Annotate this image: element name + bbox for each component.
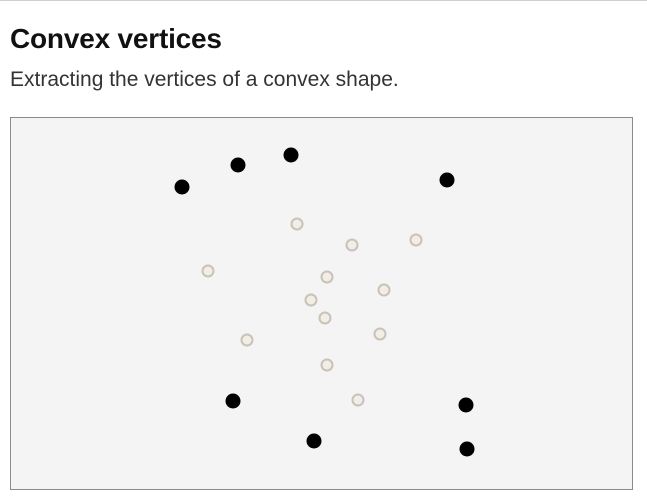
hull-vertex-point[interactable] [174, 179, 190, 195]
page-subtitle: Extracting the vertices of a convex shap… [10, 68, 399, 91]
hull-vertex-point[interactable] [306, 433, 322, 449]
interior-point[interactable] [320, 358, 334, 372]
interior-point[interactable] [351, 393, 365, 407]
interior-points-layer [201, 217, 423, 407]
top-divider [0, 0, 647, 1]
interior-point[interactable] [373, 327, 387, 341]
point-plot[interactable] [11, 118, 632, 489]
hull-vertex-point[interactable] [225, 393, 241, 409]
interior-point[interactable] [345, 238, 359, 252]
point-canvas[interactable] [10, 117, 633, 490]
hull-vertex-point[interactable] [458, 397, 474, 413]
interior-point[interactable] [318, 311, 332, 325]
interior-point[interactable] [377, 283, 391, 297]
interior-point[interactable] [409, 233, 423, 247]
interior-point[interactable] [290, 217, 304, 231]
interior-point[interactable] [240, 333, 254, 347]
hull-vertex-point[interactable] [230, 157, 246, 173]
hull-vertex-point[interactable] [283, 147, 299, 163]
interior-point[interactable] [304, 293, 318, 307]
page-title: Convex vertices [10, 23, 222, 54]
hull-vertices-layer [174, 147, 475, 457]
interior-point[interactable] [320, 270, 334, 284]
hull-vertex-point[interactable] [459, 441, 475, 457]
interior-point[interactable] [201, 264, 215, 278]
hull-vertex-point[interactable] [439, 172, 455, 188]
